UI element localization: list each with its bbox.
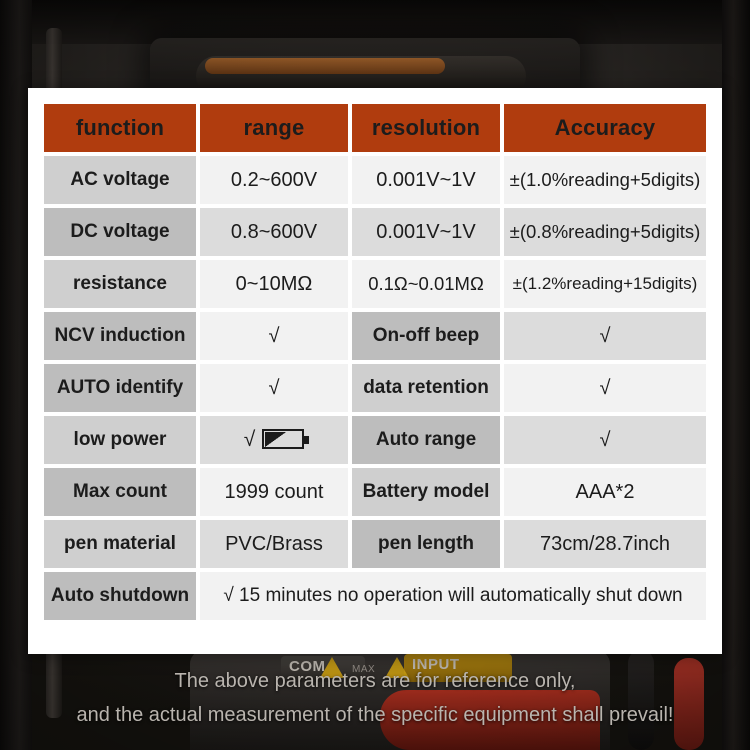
row-label-pen-length: pen length xyxy=(352,520,500,568)
cell-low-power-check: √ xyxy=(243,427,256,451)
row-label-ac-voltage: AC voltage xyxy=(44,156,196,204)
row-label-ncv-induction: NCV induction xyxy=(44,312,196,360)
cell-auto-range-check: √ xyxy=(504,416,706,464)
row-label-max-count: Max count xyxy=(44,468,196,516)
column-header-accuracy: Accuracy xyxy=(504,104,706,152)
table-row: low power √ Auto range √ xyxy=(44,416,706,464)
row-label-resistance: resistance xyxy=(44,260,196,308)
cell-pen-material-value: PVC/Brass xyxy=(200,520,348,568)
cell-dc-accuracy: ±(0.8%reading+5digits) xyxy=(504,208,706,256)
cell-dc-range: 0.8~600V xyxy=(200,208,348,256)
cell-ncv-check: √ xyxy=(200,312,348,360)
column-header-range: range xyxy=(200,104,348,152)
specification-card: function range resolution Accuracy AC vo… xyxy=(28,88,722,654)
table-row: pen material PVC/Brass pen length 73cm/2… xyxy=(44,520,706,568)
cell-data-retention-check: √ xyxy=(504,364,706,412)
table-header-row: function range resolution Accuracy xyxy=(44,104,706,152)
table-row: DC voltage 0.8~600V 0.001V~1V ±(0.8%read… xyxy=(44,208,706,256)
column-header-function: function xyxy=(44,104,196,152)
cell-resistance-range: 0~10MΩ xyxy=(200,260,348,308)
row-label-on-off-beep: On-off beep xyxy=(352,312,500,360)
row-label-data-retention: data retention xyxy=(352,364,500,412)
table-row: Max count 1999 count Battery model AAA*2 xyxy=(44,468,706,516)
cell-pen-length-value: 73cm/28.7inch xyxy=(504,520,706,568)
cell-low-power-indicator: √ xyxy=(200,416,348,464)
specification-table: function range resolution Accuracy AC vo… xyxy=(40,100,710,624)
cell-dc-resolution: 0.001V~1V xyxy=(352,208,500,256)
cell-resistance-resolution: 0.1Ω~0.01MΩ xyxy=(352,260,500,308)
cell-resistance-accuracy: ±(1.2%reading+15digits) xyxy=(504,260,706,308)
table-body: AC voltage 0.2~600V 0.001V~1V ±(1.0%read… xyxy=(44,156,706,620)
row-label-low-power: low power xyxy=(44,416,196,464)
table-header: function range resolution Accuracy xyxy=(44,104,706,152)
cell-beep-check: √ xyxy=(504,312,706,360)
row-label-auto-shutdown: Auto shutdown xyxy=(44,572,196,620)
row-label-auto-range: Auto range xyxy=(352,416,500,464)
disclaimer-line-2: and the actual measurement of the specif… xyxy=(76,704,674,726)
table-row: AUTO identify √ data retention √ xyxy=(44,364,706,412)
row-label-pen-material: pen material xyxy=(44,520,196,568)
cell-ac-range: 0.2~600V xyxy=(200,156,348,204)
table-row: AC voltage 0.2~600V 0.001V~1V ±(1.0%read… xyxy=(44,156,706,204)
disclaimer-line-1: The above parameters are for reference o… xyxy=(174,670,576,692)
table-row: resistance 0~10MΩ 0.1Ω~0.01MΩ ±(1.2%read… xyxy=(44,260,706,308)
column-header-resolution: resolution xyxy=(352,104,500,152)
row-label-auto-identify: AUTO identify xyxy=(44,364,196,412)
cell-auto-identify-check: √ xyxy=(200,364,348,412)
table-row: NCV induction √ On-off beep √ xyxy=(44,312,706,360)
cell-max-count-value: 1999 count xyxy=(200,468,348,516)
cell-battery-model-value: AAA*2 xyxy=(504,468,706,516)
low-battery-icon xyxy=(262,429,310,449)
row-label-battery-model: Battery model xyxy=(352,468,500,516)
disclaimer-footer: The above parameters are for reference o… xyxy=(0,664,750,732)
cell-ac-accuracy: ±(1.0%reading+5digits) xyxy=(504,156,706,204)
cell-ac-resolution: 0.001V~1V xyxy=(352,156,500,204)
row-label-dc-voltage: DC voltage xyxy=(44,208,196,256)
table-row: Auto shutdown √ 15 minutes no operation … xyxy=(44,572,706,620)
cell-auto-shutdown-value: √ 15 minutes no operation will automatic… xyxy=(200,572,706,620)
